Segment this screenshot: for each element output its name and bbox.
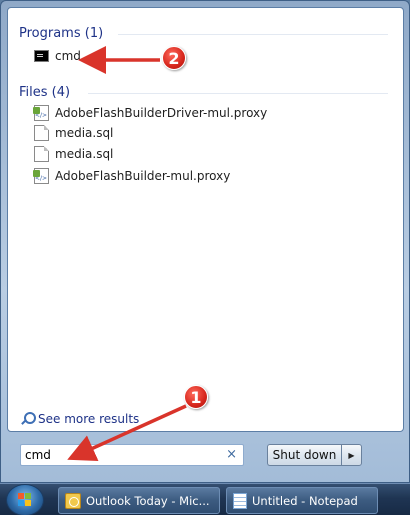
- step-2-badge: 2: [162, 46, 186, 70]
- step-1-badge: 1: [184, 385, 208, 409]
- arrow-to-search-input: [67, 404, 187, 461]
- annotation-arrows: [67, 46, 187, 461]
